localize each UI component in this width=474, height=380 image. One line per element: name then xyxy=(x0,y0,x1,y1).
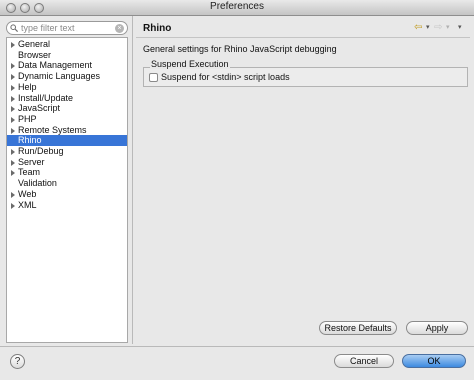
ok-button[interactable]: OK xyxy=(402,354,466,368)
title-bar: Preferences xyxy=(0,0,474,16)
tree-item-data-management[interactable]: Data Management xyxy=(7,60,127,71)
page-description: General settings for Rhino JavaScript de… xyxy=(143,44,337,54)
tree-item-label: Validation xyxy=(18,178,57,189)
tree-item-label: Data Management xyxy=(18,60,93,71)
expand-arrow-icon[interactable] xyxy=(11,127,15,134)
suspend-stdin-label[interactable]: Suspend for <stdin> script loads xyxy=(161,72,290,82)
panel-divider xyxy=(132,16,133,344)
expand-arrow-icon[interactable] xyxy=(11,191,15,198)
cancel-button[interactable]: Cancel xyxy=(334,354,394,368)
expand-arrow-icon[interactable] xyxy=(11,42,15,48)
footer-separator xyxy=(0,346,474,347)
back-history-dropdown-icon[interactable]: ▾ xyxy=(426,22,430,34)
tree-item-rhino[interactable]: Rhino xyxy=(7,135,127,147)
filter-field[interactable]: × xyxy=(6,21,128,35)
tree-item-run-debug[interactable]: Run/Debug xyxy=(7,146,127,157)
tree-item-server[interactable]: Server xyxy=(7,157,127,168)
tree-item-remote-systems[interactable]: Remote Systems xyxy=(7,125,127,136)
tree-item-help[interactable]: Help xyxy=(7,82,127,93)
tree-item-label: Dynamic Languages xyxy=(18,71,101,82)
apply-button[interactable]: Apply xyxy=(406,321,468,335)
tree-item-label: Browser xyxy=(18,49,52,60)
group-label: Suspend Execution xyxy=(150,59,230,69)
view-menu-icon[interactable]: ▾ xyxy=(458,22,462,34)
tree-item-php[interactable]: PHP xyxy=(7,114,127,125)
tree-item-label: Web xyxy=(18,188,37,199)
expand-arrow-icon[interactable] xyxy=(11,106,15,113)
expand-arrow-icon[interactable] xyxy=(11,74,15,81)
expand-arrow-icon[interactable] xyxy=(11,170,15,177)
tree-item-label: XML xyxy=(18,199,37,210)
tree-item-label: PHP xyxy=(18,113,37,124)
expand-arrow-icon[interactable] xyxy=(11,202,15,209)
tree-item-label: Rhino xyxy=(18,135,42,146)
back-arrow-icon[interactable]: ⇦ xyxy=(414,22,422,34)
expand-arrow-icon[interactable] xyxy=(11,149,15,155)
preference-tree[interactable]: General Browser Data Management Dynamic Lan… xyxy=(6,37,128,343)
page-title: Rhino xyxy=(143,23,172,34)
forward-history-dropdown-icon[interactable]: ▾ xyxy=(446,22,450,34)
tree-item-javascript[interactable]: JavaScript xyxy=(7,103,127,114)
filter-input[interactable] xyxy=(21,23,113,33)
expand-arrow-icon[interactable] xyxy=(11,84,15,91)
tree-item-label: Run/Debug xyxy=(18,146,64,156)
tree-item-label: Server xyxy=(18,156,45,167)
search-icon xyxy=(10,24,18,32)
tree-item-general[interactable]: General xyxy=(7,39,127,50)
forward-arrow-icon[interactable]: ⇨ xyxy=(434,22,442,34)
tree-item-team[interactable]: Team xyxy=(7,167,127,178)
tree-item-dynamic-languages[interactable]: Dynamic Languages xyxy=(7,71,127,82)
help-icon[interactable]: ? xyxy=(10,354,25,369)
restore-defaults-button[interactable]: Restore Defaults xyxy=(319,321,397,335)
tree-item-label: General xyxy=(18,39,51,49)
expand-arrow-icon[interactable] xyxy=(11,63,15,70)
expand-arrow-icon[interactable] xyxy=(11,95,15,102)
title-separator xyxy=(136,37,470,38)
expand-arrow-icon[interactable] xyxy=(11,159,15,166)
tree-item-label: Help xyxy=(18,81,37,92)
tree-item-web[interactable]: Web xyxy=(7,189,127,200)
tree-item-browser[interactable]: Browser xyxy=(7,50,127,61)
clear-filter-icon[interactable]: × xyxy=(115,24,124,33)
tree-item-label: Install/Update xyxy=(18,92,74,103)
expand-arrow-icon[interactable] xyxy=(11,116,15,123)
tree-item-label: Remote Systems xyxy=(18,124,87,135)
tree-item-label: JavaScript xyxy=(18,103,61,114)
tree-item-label: Team xyxy=(18,167,41,178)
suspend-stdin-checkbox[interactable] xyxy=(149,73,158,82)
tree-item-xml[interactable]: XML xyxy=(7,200,127,211)
window-title: Preferences xyxy=(210,1,264,12)
tree-item-validation[interactable]: Validation xyxy=(7,178,127,189)
tree-item-install-update[interactable]: Install/Update xyxy=(7,93,127,104)
